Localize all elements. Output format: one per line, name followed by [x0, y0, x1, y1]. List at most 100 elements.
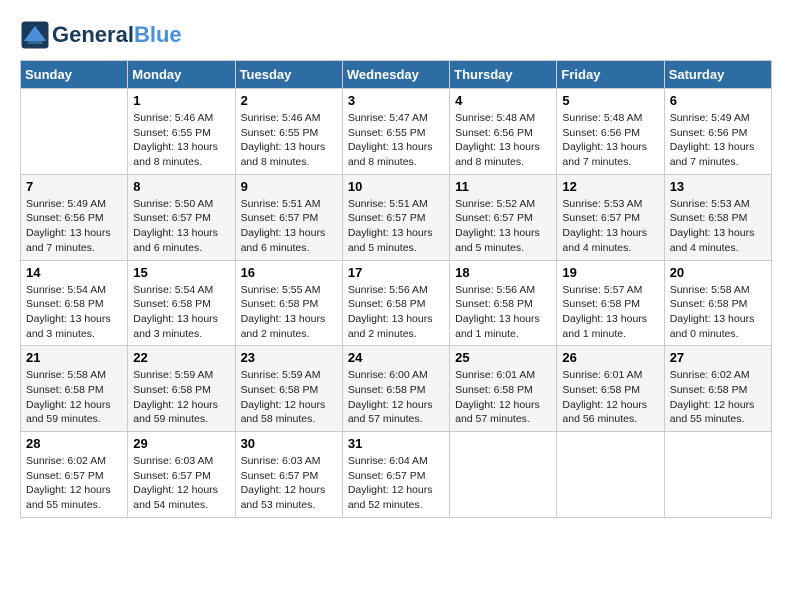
day-number: 31	[348, 436, 444, 451]
day-info: Sunrise: 5:53 AMSunset: 6:58 PMDaylight:…	[670, 197, 766, 256]
day-number: 14	[26, 265, 122, 280]
day-cell: 28 Sunrise: 6:02 AMSunset: 6:57 PMDayligh…	[21, 432, 128, 518]
day-number: 12	[562, 179, 658, 194]
day-info: Sunrise: 5:58 AMSunset: 6:58 PMDaylight:…	[670, 283, 766, 342]
day-cell: 26 Sunrise: 6:01 AMSunset: 6:58 PMDayligh…	[557, 346, 664, 432]
header-cell-thursday: Thursday	[450, 61, 557, 89]
day-cell	[450, 432, 557, 518]
day-number: 30	[241, 436, 337, 451]
day-number: 3	[348, 93, 444, 108]
day-info: Sunrise: 6:04 AMSunset: 6:57 PMDaylight:…	[348, 454, 444, 513]
day-info: Sunrise: 5:51 AMSunset: 6:57 PMDaylight:…	[348, 197, 444, 256]
day-info: Sunrise: 5:56 AMSunset: 6:58 PMDaylight:…	[455, 283, 551, 342]
day-cell: 27 Sunrise: 6:02 AMSunset: 6:58 PMDayligh…	[664, 346, 771, 432]
header-cell-saturday: Saturday	[664, 61, 771, 89]
day-info: Sunrise: 6:02 AMSunset: 6:58 PMDaylight:…	[670, 368, 766, 427]
logo-icon	[20, 20, 50, 50]
day-number: 5	[562, 93, 658, 108]
header-cell-tuesday: Tuesday	[235, 61, 342, 89]
day-cell: 19Sunrise: 5:57 AMSunset: 6:58 PMDayligh…	[557, 260, 664, 346]
header-cell-friday: Friday	[557, 61, 664, 89]
day-number: 4	[455, 93, 551, 108]
page-header: GeneralBlue	[20, 20, 772, 50]
day-number: 20	[670, 265, 766, 280]
day-info: Sunrise: 5:49 AMSunset: 6:56 PMDaylight:…	[26, 197, 122, 256]
day-number: 25	[455, 350, 551, 365]
day-number: 26	[562, 350, 658, 365]
day-cell: 14 Sunrise: 5:54 AMSunset: 6:58 PMDayligh…	[21, 260, 128, 346]
day-info: Sunrise: 6:03 AMSunset: 6:57 PMDaylight:…	[241, 454, 337, 513]
calendar-table: SundayMondayTuesdayWednesdayThursdayFrid…	[20, 60, 772, 518]
day-cell: 16 Sunrise: 5:55 AMSunset: 6:58 PMDayligh…	[235, 260, 342, 346]
day-cell: 7 Sunrise: 5:49 AMSunset: 6:56 PMDaylight…	[21, 174, 128, 260]
day-number: 1	[133, 93, 229, 108]
day-info: Sunrise: 5:46 AMSunset: 6:55 PMDaylight:…	[133, 111, 229, 170]
day-cell: 25 Sunrise: 6:01 AMSunset: 6:58 PMDayligh…	[450, 346, 557, 432]
day-info: Sunrise: 5:59 AMSunset: 6:58 PMDaylight:…	[241, 368, 337, 427]
day-cell: 31 Sunrise: 6:04 AMSunset: 6:57 PMDayligh…	[342, 432, 449, 518]
day-cell: 17 Sunrise: 5:56 AMSunset: 6:58 PMDayligh…	[342, 260, 449, 346]
day-info: Sunrise: 6:01 AMSunset: 6:58 PMDaylight:…	[562, 368, 658, 427]
day-number: 27	[670, 350, 766, 365]
calendar-body: 1 Sunrise: 5:46 AMSunset: 6:55 PMDaylight…	[21, 89, 772, 518]
day-cell: 21 Sunrise: 5:58 AMSunset: 6:58 PMDayligh…	[21, 346, 128, 432]
day-cell	[21, 89, 128, 175]
day-info: Sunrise: 5:55 AMSunset: 6:58 PMDaylight:…	[241, 283, 337, 342]
day-info: Sunrise: 5:46 AMSunset: 6:55 PMDaylight:…	[241, 111, 337, 170]
day-info: Sunrise: 6:02 AMSunset: 6:57 PMDaylight:…	[26, 454, 122, 513]
day-cell	[557, 432, 664, 518]
day-cell: 12 Sunrise: 5:53 AMSunset: 6:57 PMDayligh…	[557, 174, 664, 260]
header-cell-monday: Monday	[128, 61, 235, 89]
week-row-1: 1 Sunrise: 5:46 AMSunset: 6:55 PMDaylight…	[21, 89, 772, 175]
day-cell: 11Sunrise: 5:52 AMSunset: 6:57 PMDayligh…	[450, 174, 557, 260]
day-info: Sunrise: 5:57 AMSunset: 6:58 PMDaylight:…	[562, 283, 658, 342]
day-info: Sunrise: 6:01 AMSunset: 6:58 PMDaylight:…	[455, 368, 551, 427]
day-info: Sunrise: 5:48 AMSunset: 6:56 PMDaylight:…	[562, 111, 658, 170]
week-row-2: 7 Sunrise: 5:49 AMSunset: 6:56 PMDaylight…	[21, 174, 772, 260]
day-number: 6	[670, 93, 766, 108]
day-cell: 3Sunrise: 5:47 AMSunset: 6:55 PMDaylight…	[342, 89, 449, 175]
day-number: 16	[241, 265, 337, 280]
day-info: Sunrise: 5:53 AMSunset: 6:57 PMDaylight:…	[562, 197, 658, 256]
day-info: Sunrise: 6:03 AMSunset: 6:57 PMDaylight:…	[133, 454, 229, 513]
day-cell: 20 Sunrise: 5:58 AMSunset: 6:58 PMDayligh…	[664, 260, 771, 346]
header-cell-sunday: Sunday	[21, 61, 128, 89]
day-cell: 30 Sunrise: 6:03 AMSunset: 6:57 PMDayligh…	[235, 432, 342, 518]
day-cell: 6Sunrise: 5:49 AMSunset: 6:56 PMDaylight…	[664, 89, 771, 175]
logo: GeneralBlue	[20, 20, 182, 50]
day-number: 28	[26, 436, 122, 451]
header-row: SundayMondayTuesdayWednesdayThursdayFrid…	[21, 61, 772, 89]
header-cell-wednesday: Wednesday	[342, 61, 449, 89]
day-cell: 8Sunrise: 5:50 AMSunset: 6:57 PMDaylight…	[128, 174, 235, 260]
day-info: Sunrise: 5:52 AMSunset: 6:57 PMDaylight:…	[455, 197, 551, 256]
day-cell: 2 Sunrise: 5:46 AMSunset: 6:55 PMDaylight…	[235, 89, 342, 175]
day-info: Sunrise: 5:58 AMSunset: 6:58 PMDaylight:…	[26, 368, 122, 427]
day-info: Sunrise: 5:54 AMSunset: 6:58 PMDaylight:…	[26, 283, 122, 342]
day-number: 7	[26, 179, 122, 194]
day-number: 10	[348, 179, 444, 194]
day-number: 9	[241, 179, 337, 194]
day-info: Sunrise: 6:00 AMSunset: 6:58 PMDaylight:…	[348, 368, 444, 427]
week-row-3: 14 Sunrise: 5:54 AMSunset: 6:58 PMDayligh…	[21, 260, 772, 346]
calendar-header: SundayMondayTuesdayWednesdayThursdayFrid…	[21, 61, 772, 89]
day-info: Sunrise: 5:51 AMSunset: 6:57 PMDaylight:…	[241, 197, 337, 256]
day-cell: 4 Sunrise: 5:48 AMSunset: 6:56 PMDaylight…	[450, 89, 557, 175]
day-number: 29	[133, 436, 229, 451]
day-cell: 10 Sunrise: 5:51 AMSunset: 6:57 PMDayligh…	[342, 174, 449, 260]
day-number: 17	[348, 265, 444, 280]
day-cell: 23Sunrise: 5:59 AMSunset: 6:58 PMDayligh…	[235, 346, 342, 432]
day-number: 2	[241, 93, 337, 108]
day-cell: 18 Sunrise: 5:56 AMSunset: 6:58 PMDayligh…	[450, 260, 557, 346]
week-row-5: 28 Sunrise: 6:02 AMSunset: 6:57 PMDayligh…	[21, 432, 772, 518]
day-info: Sunrise: 5:48 AMSunset: 6:56 PMDaylight:…	[455, 111, 551, 170]
day-number: 24	[348, 350, 444, 365]
day-cell: 22Sunrise: 5:59 AMSunset: 6:58 PMDayligh…	[128, 346, 235, 432]
day-cell: 24 Sunrise: 6:00 AMSunset: 6:58 PMDayligh…	[342, 346, 449, 432]
day-cell: 29 Sunrise: 6:03 AMSunset: 6:57 PMDayligh…	[128, 432, 235, 518]
day-info: Sunrise: 5:56 AMSunset: 6:58 PMDaylight:…	[348, 283, 444, 342]
day-number: 18	[455, 265, 551, 280]
day-number: 22	[133, 350, 229, 365]
day-number: 21	[26, 350, 122, 365]
day-cell: 15Sunrise: 5:54 AMSunset: 6:58 PMDayligh…	[128, 260, 235, 346]
logo-text: GeneralBlue	[52, 23, 182, 47]
